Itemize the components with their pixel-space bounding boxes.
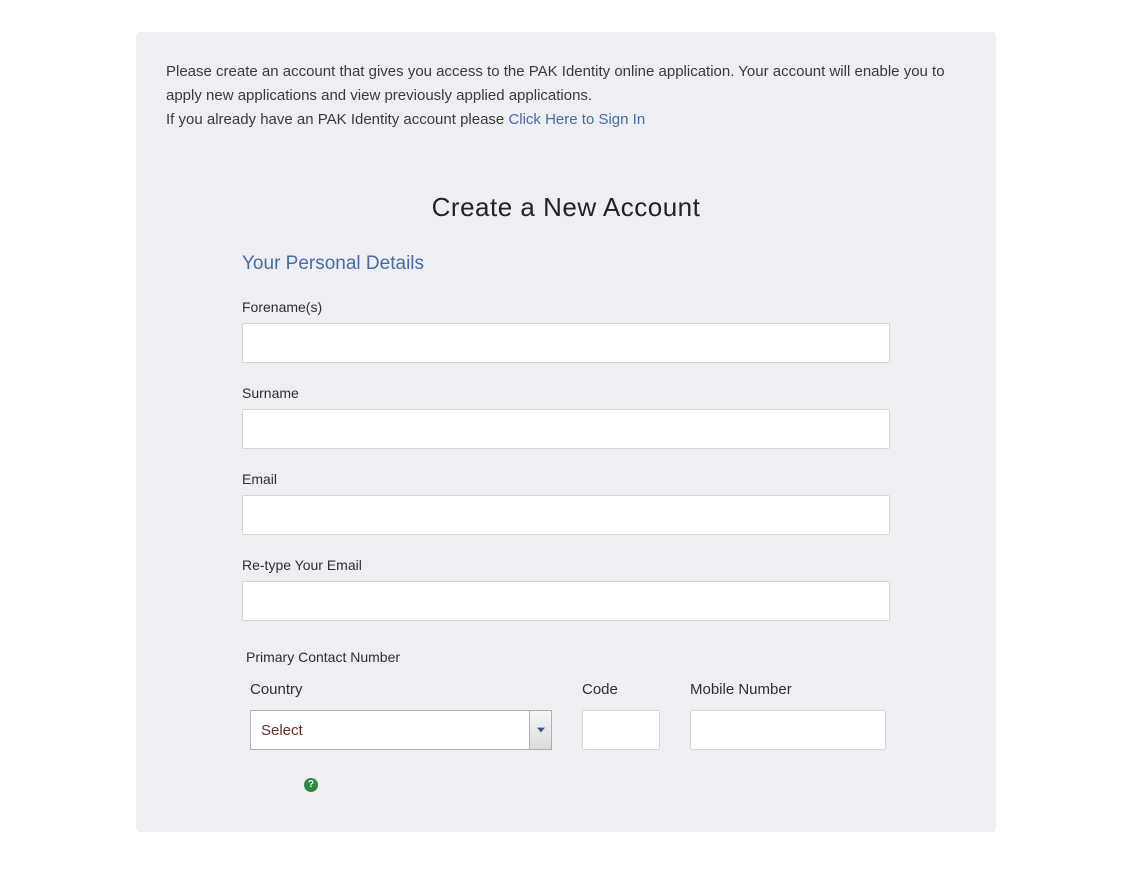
retype-email-input[interactable] bbox=[242, 581, 890, 621]
primary-contact-heading: Primary Contact Number bbox=[246, 649, 890, 665]
mobile-column: Mobile Number bbox=[690, 681, 886, 750]
intro-text: Please create an account that gives you … bbox=[166, 60, 966, 132]
mobile-label: Mobile Number bbox=[690, 681, 886, 698]
forename-label: Forename(s) bbox=[242, 299, 890, 315]
surname-label: Surname bbox=[242, 385, 890, 401]
surname-field: Surname bbox=[242, 385, 890, 449]
code-column: Code bbox=[582, 681, 660, 750]
phone-row: Country Select Code Mobile Number bbox=[242, 681, 890, 750]
country-select[interactable]: Select bbox=[250, 710, 552, 750]
mobile-input[interactable] bbox=[690, 710, 886, 750]
help-row: ? bbox=[242, 774, 890, 792]
email-field: Email bbox=[242, 471, 890, 535]
retype-email-label: Re-type Your Email bbox=[242, 557, 890, 573]
country-column: Country Select bbox=[250, 681, 552, 750]
email-label: Email bbox=[242, 471, 890, 487]
section-title: Your Personal Details bbox=[242, 253, 890, 275]
intro-line1: Please create an account that gives you … bbox=[166, 63, 945, 104]
help-icon[interactable]: ? bbox=[304, 778, 318, 792]
registration-panel: Please create an account that gives you … bbox=[136, 32, 996, 832]
retype-email-field: Re-type Your Email bbox=[242, 557, 890, 621]
chevron-down-icon bbox=[529, 711, 551, 749]
intro-line2-prefix: If you already have an PAK Identity acco… bbox=[166, 111, 508, 128]
page-title: Create a New Account bbox=[242, 192, 890, 223]
code-input[interactable] bbox=[582, 710, 660, 750]
signin-link[interactable]: Click Here to Sign In bbox=[508, 111, 645, 128]
country-label: Country bbox=[250, 681, 552, 698]
form-area: Create a New Account Your Personal Detai… bbox=[242, 192, 890, 792]
email-input[interactable] bbox=[242, 495, 890, 535]
forename-input[interactable] bbox=[242, 323, 890, 363]
surname-input[interactable] bbox=[242, 409, 890, 449]
country-selected-text: Select bbox=[251, 722, 529, 739]
forename-field: Forename(s) bbox=[242, 299, 890, 363]
code-label: Code bbox=[582, 681, 660, 698]
